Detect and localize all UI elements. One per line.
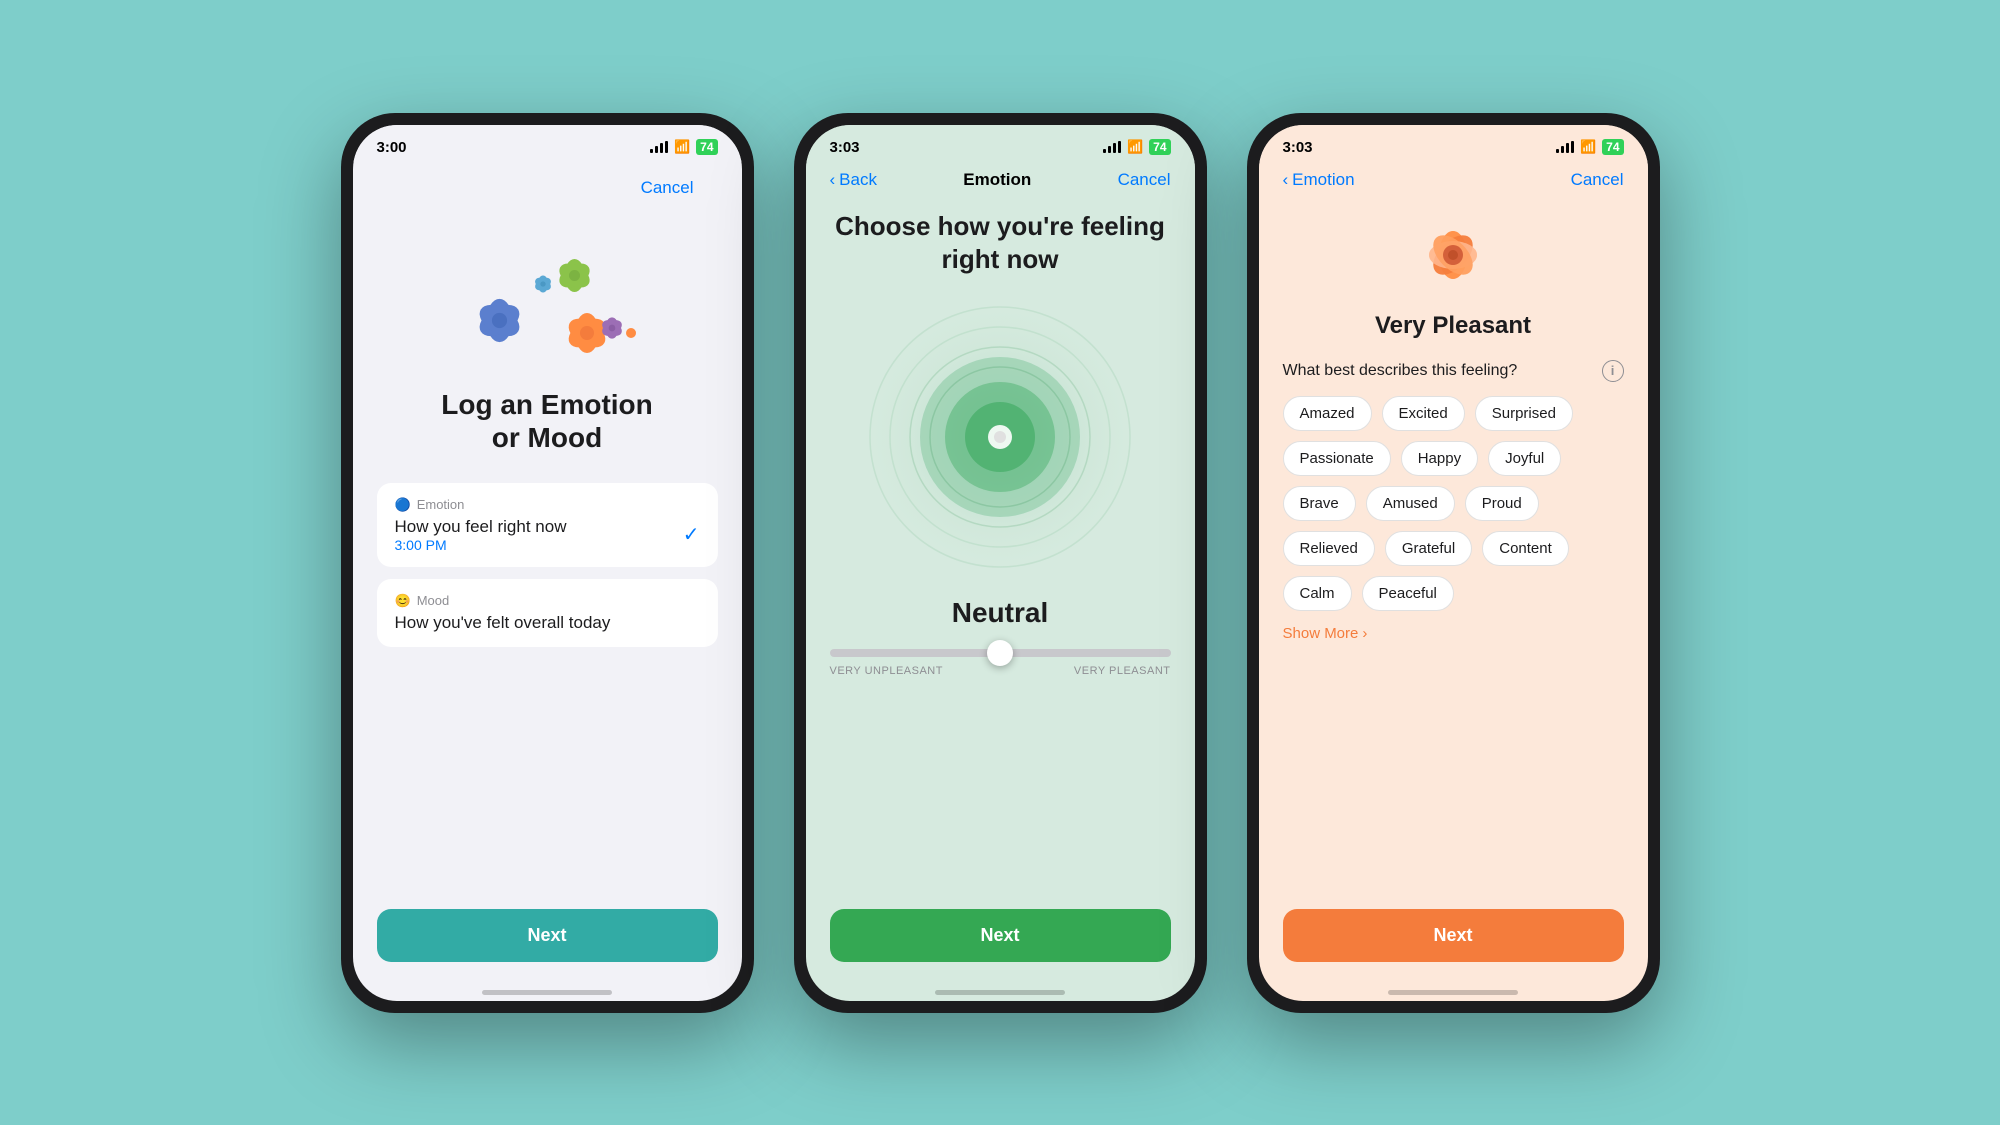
nav-title-2: Emotion <box>963 170 1031 190</box>
status-right-2: 📶 74 <box>1103 139 1171 155</box>
slider-labels: VERY UNPLEASANT VERY PLEASANT <box>830 665 1171 677</box>
back-label-3: Emotion <box>1292 170 1354 190</box>
nav-bar-2: ‹ Back Emotion Cancel <box>806 162 1195 200</box>
cancel-btn-3[interactable]: Cancel <box>1571 170 1624 190</box>
time-1: 3:00 <box>377 139 407 156</box>
screen1-content: Log an Emotionor Mood 🔵 Emotion How you … <box>353 218 742 982</box>
home-indicator-3 <box>1388 990 1518 995</box>
mood-option-card[interactable]: 😊 Mood How you've felt overall today <box>377 579 718 647</box>
wifi-icon-2: 📶 <box>1127 139 1143 155</box>
slider-right-label: VERY PLEASANT <box>1074 665 1171 677</box>
tag-grateful[interactable]: Grateful <box>1385 531 1472 566</box>
mood-icon: 😊 <box>395 593 411 609</box>
phone-3: 3:03 📶 74 ‹ Emotion Cancel <box>1247 113 1660 1013</box>
time-3: 3:03 <box>1283 139 1313 156</box>
emotion-option-text: How you feel right now 3:00 PM <box>395 517 567 553</box>
tag-relieved[interactable]: Relieved <box>1283 531 1375 566</box>
slider-track[interactable] <box>830 649 1171 657</box>
tag-amazed[interactable]: Amazed <box>1283 396 1372 431</box>
describes-header: What best describes this feeling? i <box>1283 360 1624 382</box>
mood-option-row: How you've felt overall today <box>395 613 700 633</box>
emotion-description: How you feel right now <box>395 517 567 537</box>
flower-blue-large <box>467 288 532 353</box>
chevron-left-icon-3: ‹ <box>1283 170 1289 190</box>
wifi-icon-3: 📶 <box>1580 139 1596 155</box>
next-button-3[interactable]: Next <box>1283 909 1624 962</box>
next-button-2[interactable]: Next <box>830 909 1171 962</box>
screen-3: 3:03 📶 74 ‹ Emotion Cancel <box>1259 125 1648 1001</box>
status-right-3: 📶 74 <box>1556 139 1624 155</box>
time-2: 3:03 <box>830 139 860 156</box>
back-label-2: Back <box>839 170 877 190</box>
neutral-label: Neutral <box>952 597 1048 629</box>
mood-option-header: 😊 Mood <box>395 593 700 609</box>
emotion-icon: 🔵 <box>395 497 411 513</box>
tag-joyful[interactable]: Joyful <box>1488 441 1561 476</box>
emotion-label: Emotion <box>417 497 465 512</box>
tag-peaceful[interactable]: Peaceful <box>1362 576 1454 611</box>
chevron-right-icon: › <box>1362 625 1367 642</box>
signal-2 <box>1103 141 1121 153</box>
describes-label: What best describes this feeling? <box>1283 362 1518 380</box>
battery-3: 74 <box>1602 139 1623 155</box>
screen2-content: Choose how you're feeling right now <box>806 200 1195 982</box>
tag-happy[interactable]: Happy <box>1401 441 1478 476</box>
flower-large <box>1408 210 1498 300</box>
slider-container[interactable]: VERY UNPLEASANT VERY PLEASANT <box>830 649 1171 677</box>
info-icon[interactable]: i <box>1602 360 1624 382</box>
signal-1 <box>650 141 668 153</box>
emotion-time: 3:00 PM <box>395 537 567 553</box>
nav-bar-1: Cancel <box>353 162 742 218</box>
emotion-checkmark: ✓ <box>683 522 700 547</box>
very-pleasant-title: Very Pleasant <box>1283 312 1624 340</box>
tags-grid: Amazed Excited Surprised Passionate Happ… <box>1283 396 1624 611</box>
tag-brave[interactable]: Brave <box>1283 486 1356 521</box>
status-bar-2: 3:03 📶 74 <box>806 125 1195 162</box>
flowers-cluster <box>457 238 637 368</box>
mood-label: Mood <box>417 593 450 608</box>
back-btn-2[interactable]: ‹ Back <box>830 170 877 190</box>
signal-3 <box>1556 141 1574 153</box>
slider-thumb[interactable] <box>987 640 1013 666</box>
battery-1: 74 <box>696 139 717 155</box>
back-btn-3[interactable]: ‹ Emotion <box>1283 170 1355 190</box>
nav-bar-3: ‹ Emotion Cancel <box>1259 162 1648 200</box>
screen3-content: Very Pleasant What best describes this f… <box>1259 200 1648 982</box>
emotion-wheel-container[interactable] <box>860 297 1140 577</box>
home-indicator-1 <box>482 990 612 995</box>
tag-proud[interactable]: Proud <box>1465 486 1539 521</box>
screen-1: 3:00 📶 74 Cancel <box>353 125 742 1001</box>
screen-2: 3:03 📶 74 ‹ Back Emotion Cancel <box>806 125 1195 1001</box>
chevron-left-icon-2: ‹ <box>830 170 836 190</box>
wifi-icon-1: 📶 <box>674 139 690 155</box>
phone-1: 3:00 📶 74 Cancel <box>341 113 754 1013</box>
flower-blue-small <box>527 268 559 300</box>
slider-left-label: VERY UNPLEASANT <box>830 665 943 677</box>
phone-2: 3:03 📶 74 ‹ Back Emotion Cancel <box>794 113 1207 1013</box>
status-bar-1: 3:00 📶 74 <box>353 125 742 162</box>
cancel-btn-1[interactable]: Cancel <box>617 170 718 208</box>
screen2-title: Choose how you're feeling right now <box>830 210 1171 278</box>
emotion-option-row: How you feel right now 3:00 PM ✓ <box>395 517 700 553</box>
tag-calm[interactable]: Calm <box>1283 576 1352 611</box>
tag-content[interactable]: Content <box>1482 531 1569 566</box>
home-indicator-2 <box>935 990 1065 995</box>
show-more-label: Show More <box>1283 625 1359 642</box>
tag-excited[interactable]: Excited <box>1382 396 1465 431</box>
emotion-option-card[interactable]: 🔵 Emotion How you feel right now 3:00 PM… <box>377 483 718 567</box>
status-right-1: 📶 74 <box>650 139 718 155</box>
tag-surprised[interactable]: Surprised <box>1475 396 1573 431</box>
show-more-btn[interactable]: Show More › <box>1283 625 1624 642</box>
cancel-btn-2[interactable]: Cancel <box>1118 170 1171 190</box>
tag-passionate[interactable]: Passionate <box>1283 441 1391 476</box>
battery-2: 74 <box>1149 139 1170 155</box>
emotion-option-header: 🔵 Emotion <box>395 497 700 513</box>
mood-description: How you've felt overall today <box>395 613 611 633</box>
screen1-title: Log an Emotionor Mood <box>441 388 653 455</box>
tag-amused[interactable]: Amused <box>1366 486 1455 521</box>
emotion-wheel-svg <box>860 297 1140 577</box>
status-bar-3: 3:03 📶 74 <box>1259 125 1648 162</box>
next-button-1[interactable]: Next <box>377 909 718 962</box>
